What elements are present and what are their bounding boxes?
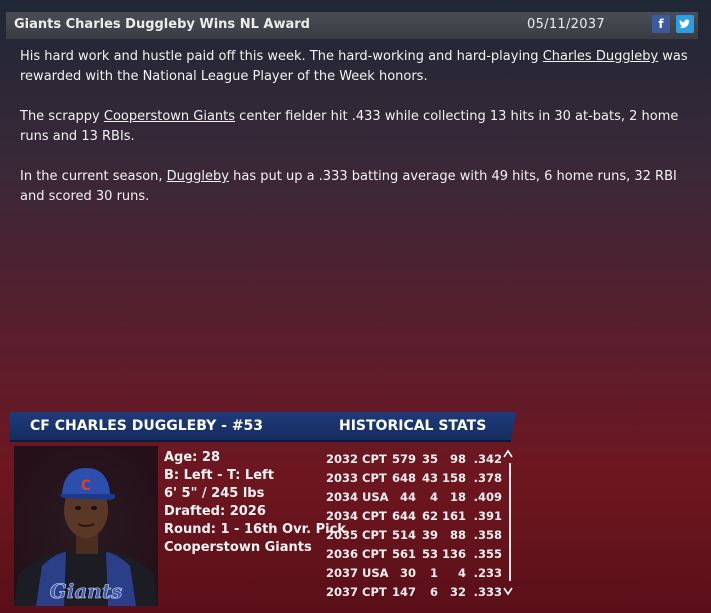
table-row[interactable]: 2037 CPT 147 6 32 .333 xyxy=(326,582,502,601)
article-paragraph: The scrappy Cooperstown Giants center fi… xyxy=(20,109,679,144)
stat-year: 2034 xyxy=(326,489,359,504)
player-drafted: Drafted: 2026 xyxy=(164,504,266,519)
article-paragraph: His hard work and hustle paid off this w… xyxy=(20,49,688,84)
news-title-bar: Giants Charles Duggleby Wins NL Award 05… xyxy=(6,12,698,40)
table-row[interactable]: 2033 CPT 648 43 158 .378 xyxy=(326,468,502,487)
stat-home-runs: 53 xyxy=(422,546,439,561)
table-row[interactable]: 2034 CPT 644 62 161 .391 xyxy=(326,506,502,525)
article-paragraph: In the current season, Duggleby has put … xyxy=(20,169,677,204)
table-row[interactable]: 2034 USA 44 4 18.409 xyxy=(326,487,502,506)
article-body: His hard work and hustle paid off this w… xyxy=(20,47,690,227)
stat-home-runs: 39 xyxy=(422,527,439,542)
svg-text:C: C xyxy=(81,478,91,494)
stat-year: 2032 xyxy=(326,451,359,466)
stat-home-runs: 35 xyxy=(422,451,439,466)
stat-home-runs: 4 xyxy=(430,489,439,504)
player-link[interactable]: Duggleby xyxy=(167,169,229,184)
stat-home-runs: 1 xyxy=(430,565,439,580)
team-link[interactable]: Cooperstown Giants xyxy=(104,109,235,124)
stat-average: .355 xyxy=(473,546,503,561)
stat-team: USA xyxy=(362,489,389,504)
stat-average: .378 xyxy=(473,470,503,485)
stat-average: .409 xyxy=(473,489,503,504)
stat-team: USA xyxy=(362,565,389,580)
stat-rbi: 98 xyxy=(450,451,467,466)
stat-home-runs: 62 xyxy=(422,508,439,523)
stat-at-bats: 44 xyxy=(400,489,417,504)
stat-average: .358 xyxy=(473,527,503,542)
stat-team: CPT xyxy=(362,508,387,523)
stat-average: .233 xyxy=(473,565,503,580)
stat-team: CPT xyxy=(362,546,387,561)
player-card-header: CF CHARLES DUGGLEBY - #53 HISTORICAL STA… xyxy=(10,412,516,442)
stat-rbi: 158 xyxy=(442,470,467,485)
twitter-share-icon[interactable] xyxy=(676,15,694,33)
stat-at-bats: 147 xyxy=(392,584,417,599)
svg-text:Giants: Giants xyxy=(50,579,123,603)
player-bio: Age: 28 B: Left - T: Left 6' 5" / 245 lb… xyxy=(164,449,346,557)
stat-rbi: 136 xyxy=(442,546,467,561)
news-headline: Giants Charles Duggleby Wins NL Award xyxy=(14,17,310,32)
stat-year: 2034 xyxy=(326,508,359,523)
historical-stats-table: 2032 CPT 579 35 98.342 2033 CPT 648 43 158.378 203… xyxy=(326,449,502,601)
stat-year: 2035 xyxy=(326,527,359,542)
historical-stats-panel: 2032 CPT 579 35 98.342 2033 CPT 648 43 158.378 203… xyxy=(321,445,518,605)
stat-team: CPT xyxy=(362,470,387,485)
stat-team: CPT xyxy=(362,584,387,599)
stat-rbi: 161 xyxy=(442,508,467,523)
player-bats-throws: B: Left - T: Left xyxy=(164,468,274,483)
news-date: 05/11/2037 xyxy=(527,17,605,32)
stat-average: .333 xyxy=(473,584,503,599)
stat-at-bats: 561 xyxy=(392,546,417,561)
stat-at-bats: 30 xyxy=(400,565,417,580)
scroll-down-icon[interactable] xyxy=(503,585,513,600)
stat-year: 2036 xyxy=(326,546,359,561)
stat-rbi: 32 xyxy=(450,584,467,599)
stat-home-runs: 43 xyxy=(422,470,439,485)
stat-at-bats: 644 xyxy=(392,508,417,523)
stat-year: 2037 xyxy=(326,565,359,580)
player-team[interactable]: Cooperstown Giants xyxy=(164,539,346,557)
stats-scrollbar[interactable] xyxy=(509,463,511,581)
table-row[interactable]: 2032 CPT 579 35 98 .342 xyxy=(326,449,502,468)
player-link[interactable]: Charles Duggleby xyxy=(543,49,658,64)
stat-average: .342 xyxy=(473,451,503,466)
stat-at-bats: 648 xyxy=(392,470,417,485)
table-row[interactable]: 2035 CPT 514 39 88 .358 xyxy=(326,525,502,544)
scroll-up-icon[interactable] xyxy=(503,448,513,463)
facebook-share-icon[interactable]: f xyxy=(652,15,670,33)
stat-year: 2033 xyxy=(326,470,359,485)
stat-rbi: 18 xyxy=(450,489,467,504)
stat-home-runs: 6 xyxy=(430,584,439,599)
stat-rbi: 88 xyxy=(450,527,467,542)
player-draft-round: Round: 1 - 16th Ovr. Pick xyxy=(164,522,346,537)
table-row[interactable]: 2036 CPT 561 53 136 .355 xyxy=(326,544,502,563)
stat-year: 2037 xyxy=(326,584,359,599)
stat-at-bats: 514 xyxy=(392,527,417,542)
player-name-heading[interactable]: CF CHARLES DUGGLEBY - #53 xyxy=(30,418,263,434)
player-age: Age: 28 xyxy=(164,450,220,465)
stat-average: .391 xyxy=(473,508,503,523)
stat-at-bats: 579 xyxy=(392,451,417,466)
stat-team: CPT xyxy=(362,527,387,542)
stat-team: CPT xyxy=(362,451,387,466)
stat-rbi: 4 xyxy=(458,565,467,580)
player-photo[interactable]: C Giants xyxy=(14,446,158,606)
table-row[interactable]: 2037 USA 30 1 4 .233 xyxy=(326,563,502,582)
player-height-weight: 6' 5" / 245 lbs xyxy=(164,486,265,501)
historical-stats-heading: HISTORICAL STATS xyxy=(339,418,487,434)
